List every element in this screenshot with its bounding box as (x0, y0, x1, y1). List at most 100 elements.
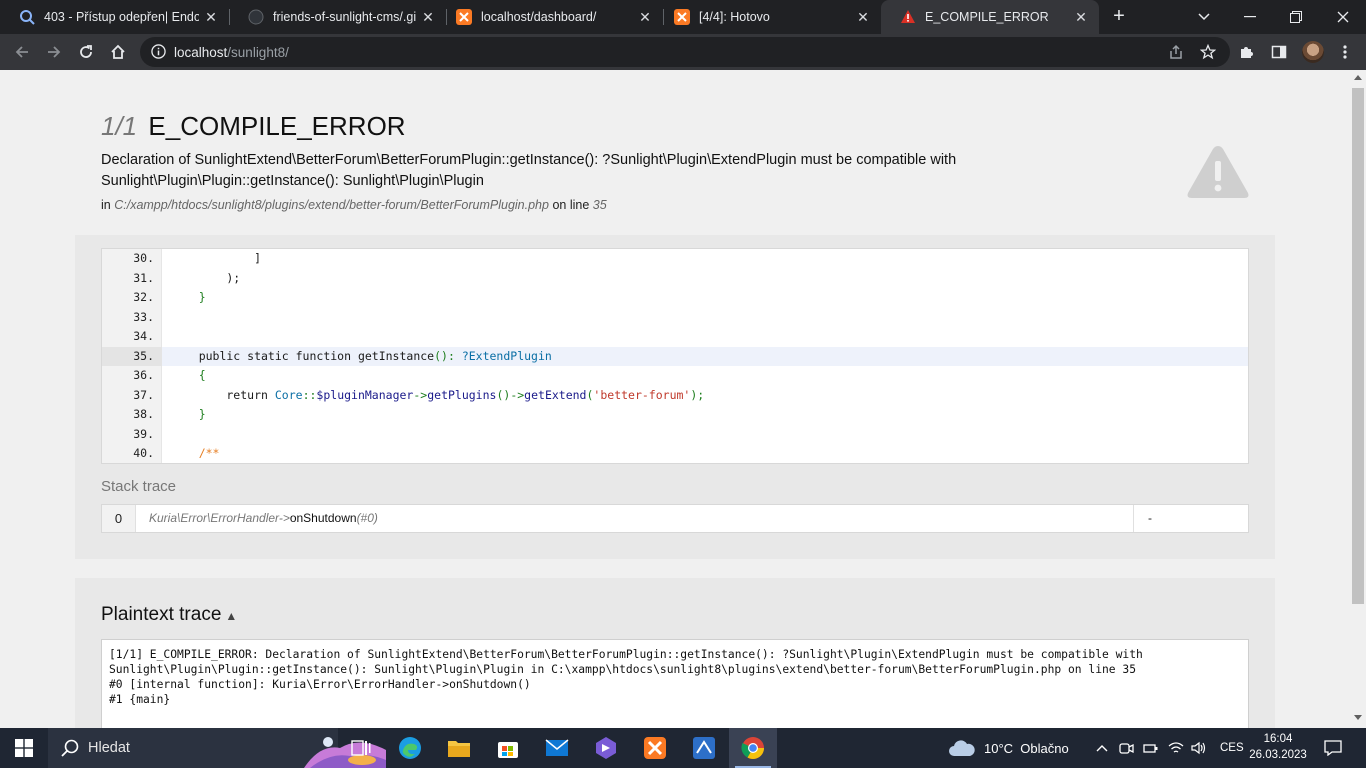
scrollbar-thumb[interactable] (1352, 88, 1364, 604)
tab-hotovo[interactable]: [4/4]: Hotovo ✕ (655, 0, 881, 34)
database-tool-icon[interactable] (680, 728, 728, 768)
back-button[interactable] (8, 38, 36, 66)
taskbar-search[interactable]: Hledat (48, 728, 386, 768)
code-text: ); (171, 270, 241, 285)
collapse-toggle-icon[interactable]: ▲ (225, 609, 237, 623)
stack-frame-args: (#0) (356, 511, 378, 525)
code-line: 36. { (102, 366, 1248, 386)
line-number: 36. (133, 368, 154, 382)
tab-dashboard[interactable]: localhost/dashboard/ ✕ (437, 0, 663, 34)
close-tab-icon[interactable]: ✕ (1073, 9, 1089, 25)
battery-icon[interactable] (1143, 728, 1159, 768)
site-info-icon[interactable] (151, 44, 166, 64)
edge-browser-icon[interactable] (386, 728, 434, 768)
file-explorer-icon[interactable] (435, 728, 483, 768)
chrome-icon[interactable] (729, 728, 777, 768)
error-file: C:/xampp/htdocs/sunlight8/plugins/extend… (114, 198, 549, 212)
code-panel: 30. ] 31. ); 32. } 33. 34. 35. public st… (75, 235, 1275, 559)
code-text: return Core::$pluginManager->getPlugins(… (171, 387, 705, 402)
new-tab-button[interactable]: + (1109, 6, 1129, 27)
error-header: 1/1 E_COMPILE_ERROR Declaration of Sunli… (75, 95, 1275, 235)
stack-trace-row[interactable]: 0 Kuria\Error\ErrorHandler->onShutdown(#… (101, 504, 1249, 533)
close-tab-icon[interactable]: ✕ (420, 9, 436, 25)
code-text: /** (171, 446, 220, 460)
show-hidden-icons-button[interactable] (1096, 728, 1108, 768)
mail-icon[interactable] (533, 728, 581, 768)
stack-frame-index: 0 (102, 505, 136, 532)
close-tab-icon[interactable]: ✕ (637, 9, 653, 25)
address-bar[interactable]: localhost/sunlight8/ (140, 37, 1230, 67)
plaintext-title: Plaintext trace (101, 604, 222, 625)
visual-studio-icon[interactable] (582, 728, 630, 768)
microsoft-store-icon[interactable] (484, 728, 532, 768)
line-number: 33. (133, 309, 154, 324)
start-button[interactable] (0, 728, 48, 768)
close-tab-icon[interactable]: ✕ (855, 9, 871, 25)
line-number: 32. (133, 290, 154, 304)
error-location: in C:/xampp/htdocs/sunlight8/plugins/ext… (101, 198, 607, 212)
wifi-icon[interactable] (1168, 728, 1184, 768)
task-view-icon[interactable] (337, 728, 385, 768)
error-count: 1/1 (101, 111, 138, 141)
windows-taskbar: Hledat 10°C Oblačno CES 16:04 26.03.2023 (0, 728, 1366, 768)
code-line: 34. (102, 327, 1248, 347)
clock-date: 26.03.2023 (1249, 749, 1307, 761)
code-line: 32. } (102, 288, 1248, 308)
bookmark-star-icon[interactable] (1197, 41, 1219, 63)
clock-time: 16:04 (1263, 733, 1293, 745)
page-scrollbar[interactable] (1350, 70, 1366, 728)
stack-frame-method: onShutdown (289, 511, 357, 525)
notifications-icon[interactable] (1324, 728, 1342, 768)
line-number: 34. (133, 329, 154, 343)
browser-tab-strip: 403 - Přístup odepřen| Endora ✕ friends-… (0, 0, 1366, 34)
profile-avatar[interactable] (1302, 41, 1324, 63)
tab-endora[interactable]: 403 - Přístup odepřen| Endora ✕ (0, 0, 229, 34)
scroll-up-arrow[interactable] (1354, 75, 1362, 80)
warning-triangle-icon (1185, 143, 1251, 206)
restore-button[interactable] (1273, 0, 1319, 34)
scroll-down-arrow[interactable] (1354, 715, 1362, 720)
extensions-icon[interactable] (1236, 41, 1258, 63)
plaintext-heading[interactable]: Plaintext trace ▲ (101, 604, 237, 626)
line-number: 40. (133, 446, 154, 460)
close-window-button[interactable] (1320, 0, 1366, 34)
url-text: localhost/sunlight8/ (174, 45, 289, 60)
warning-icon (900, 9, 916, 25)
xampp-icon (674, 9, 690, 25)
tab-compile-error[interactable]: E_COMPILE_ERROR ✕ (881, 0, 1099, 34)
stack-trace-heading: Stack trace (101, 478, 177, 495)
side-panel-icon[interactable] (1268, 41, 1290, 63)
page-viewport: 1/1 E_COMPILE_ERROR Declaration of Sunli… (0, 70, 1366, 728)
error-line: 35 (592, 198, 607, 212)
system-clock[interactable]: 16:04 26.03.2023 (1248, 731, 1308, 763)
search-icon (60, 738, 80, 763)
tab-github[interactable]: friends-of-sunlight-cms/.github ✕ (229, 0, 446, 34)
tab-search-button[interactable] (1181, 0, 1227, 34)
home-button[interactable] (104, 38, 132, 66)
browser-toolbar: localhost/sunlight8/ (0, 34, 1366, 70)
meet-now-icon[interactable] (1118, 728, 1134, 768)
url-path: /sunlight8/ (227, 45, 289, 60)
code-line: 38. } (102, 405, 1248, 425)
menu-kebab-icon[interactable] (1334, 41, 1356, 63)
share-icon[interactable] (1165, 41, 1187, 63)
xampp-icon[interactable] (631, 728, 679, 768)
volume-icon[interactable] (1191, 728, 1207, 768)
minimize-button[interactable] (1227, 0, 1273, 34)
code-preview: 30. ] 31. ); 32. } 33. 34. 35. public st… (101, 248, 1249, 464)
github-icon (248, 9, 264, 25)
cloud-icon (949, 740, 975, 756)
stack-frame-function: Kuria\Error\ErrorHandler->onShutdown(#0) (149, 505, 378, 532)
weather-text: 10°C Oblačno (984, 740, 1069, 756)
reload-button[interactable] (72, 38, 100, 66)
close-tab-icon[interactable]: ✕ (203, 9, 219, 25)
input-language[interactable]: CES (1220, 728, 1244, 768)
line-number: 35. (102, 346, 162, 366)
code-line: 33. (102, 308, 1248, 328)
tab-title: [4/4]: Hotovo (699, 10, 770, 24)
stack-frame-class: Kuria\Error\ErrorHandler-> (149, 511, 290, 525)
weather-widget[interactable]: 10°C Oblačno (948, 728, 1069, 768)
line-number: 38. (133, 407, 154, 421)
forward-button[interactable] (40, 38, 68, 66)
plaintext-trace[interactable]: [1/1] E_COMPILE_ERROR: Declaration of Su… (101, 639, 1249, 728)
